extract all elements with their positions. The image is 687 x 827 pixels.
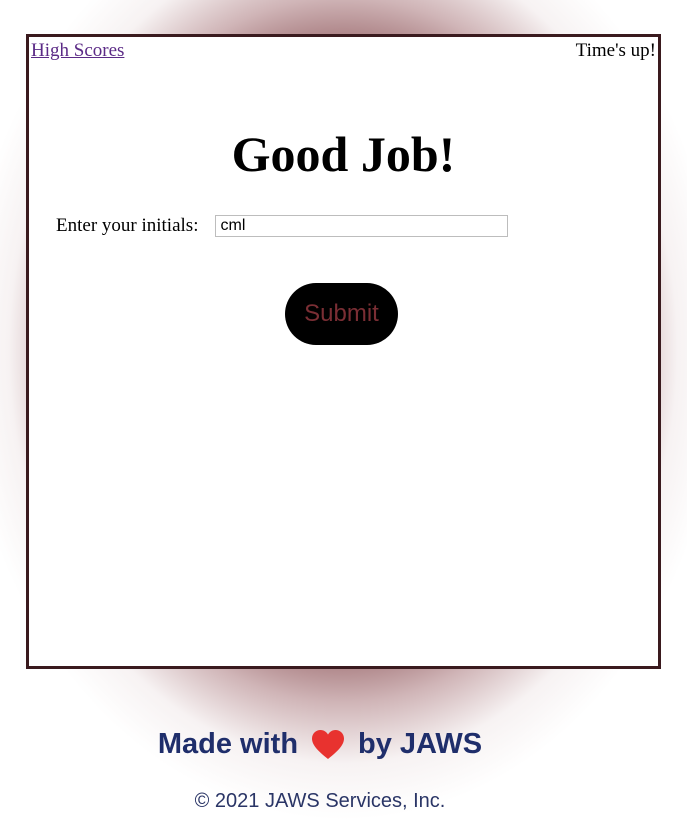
copyright-text: © 2021 JAWS Services, Inc. bbox=[194, 790, 446, 812]
made-with-prefix: Made with bbox=[157, 728, 299, 760]
page-title: Good Job! bbox=[231, 126, 456, 182]
made-with-suffix: by JAWS bbox=[358, 728, 483, 760]
quiz-card: High Scores Time's up! Good Job! Enter y… bbox=[26, 34, 661, 669]
high-scores-link[interactable]: High Scores bbox=[31, 40, 124, 62]
initials-label: Enter your initials: bbox=[56, 215, 199, 236]
initials-form-row: Enter your initials: bbox=[56, 215, 509, 237]
initials-input[interactable] bbox=[215, 215, 509, 237]
heart-icon bbox=[312, 729, 345, 760]
submit-button[interactable]: Submit bbox=[285, 283, 398, 345]
top-bar: High Scores Time's up! bbox=[29, 40, 658, 64]
timer-text: Time's up! bbox=[575, 40, 656, 61]
made-with-line: Made with by JAWS bbox=[0, 728, 640, 761]
